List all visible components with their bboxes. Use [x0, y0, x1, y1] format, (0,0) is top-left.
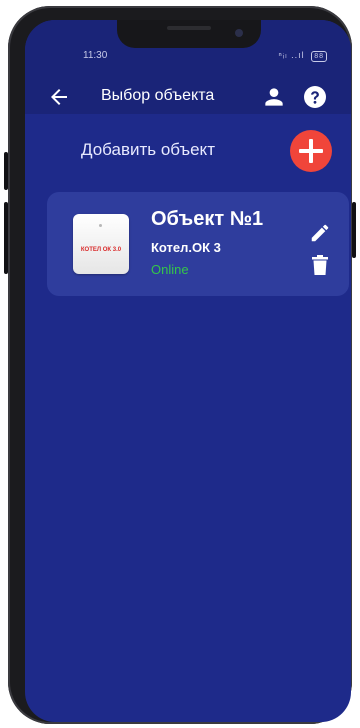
profile-button[interactable] — [261, 84, 287, 110]
front-camera — [235, 29, 243, 37]
volume-down-button — [4, 202, 8, 274]
speaker-grille — [167, 26, 211, 30]
device-led — [99, 224, 102, 227]
add-object-button[interactable] — [290, 130, 332, 172]
signal-icon: ⁿᵢₗ ..ıl — [278, 50, 305, 60]
add-object-row: Добавить объект — [25, 126, 351, 174]
device-image: КОТЕЛ ОК 3.0 — [73, 214, 129, 274]
add-object-label: Добавить объект — [81, 140, 215, 159]
object-card[interactable]: КОТЕЛ ОК 3.0 Объект №1 Котел.ОК 3 Online — [47, 192, 349, 296]
status-icons: ⁿᵢₗ ..ıl 88 — [278, 50, 327, 62]
power-button — [352, 202, 356, 258]
plus-icon — [299, 139, 323, 163]
question-circle-icon — [304, 86, 326, 108]
page-title: Выбор объекта — [101, 87, 215, 104]
person-icon — [265, 88, 283, 106]
arrow-left-icon — [51, 89, 67, 105]
trash-icon — [312, 255, 328, 275]
delete-object-button[interactable] — [311, 254, 329, 276]
back-button[interactable] — [47, 85, 71, 109]
object-status: Online — [151, 262, 189, 277]
object-name: Объект №1 — [151, 208, 264, 230]
battery-icon: 88 — [311, 51, 327, 62]
edit-object-button[interactable] — [309, 222, 331, 244]
object-model: Котел.ОК 3 — [151, 240, 221, 255]
app-bar: Выбор объекта — [25, 80, 351, 114]
help-button[interactable] — [303, 85, 327, 109]
volume-up-button — [4, 152, 8, 190]
status-time: 11:30 — [83, 50, 108, 61]
screen: 11:30 ⁿᵢₗ ..ıl 88 Выбор объекта Добавить… — [25, 20, 351, 722]
phone-frame: 11:30 ⁿᵢₗ ..ıl 88 Выбор объекта Добавить… — [4, 6, 356, 724]
notch — [117, 20, 261, 48]
device-logo: КОТЕЛ ОК 3.0 — [80, 247, 122, 253]
pencil-icon — [311, 224, 329, 242]
